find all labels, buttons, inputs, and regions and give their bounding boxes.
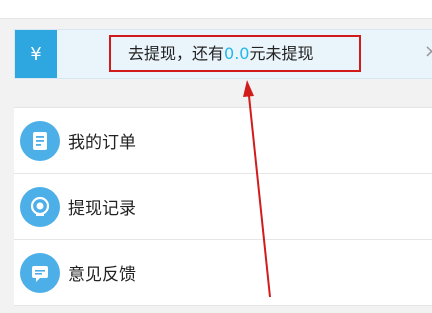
arrow-shaft bbox=[248, 95, 271, 298]
annotation-arrow bbox=[243, 80, 271, 298]
arrow-head bbox=[243, 80, 254, 97]
